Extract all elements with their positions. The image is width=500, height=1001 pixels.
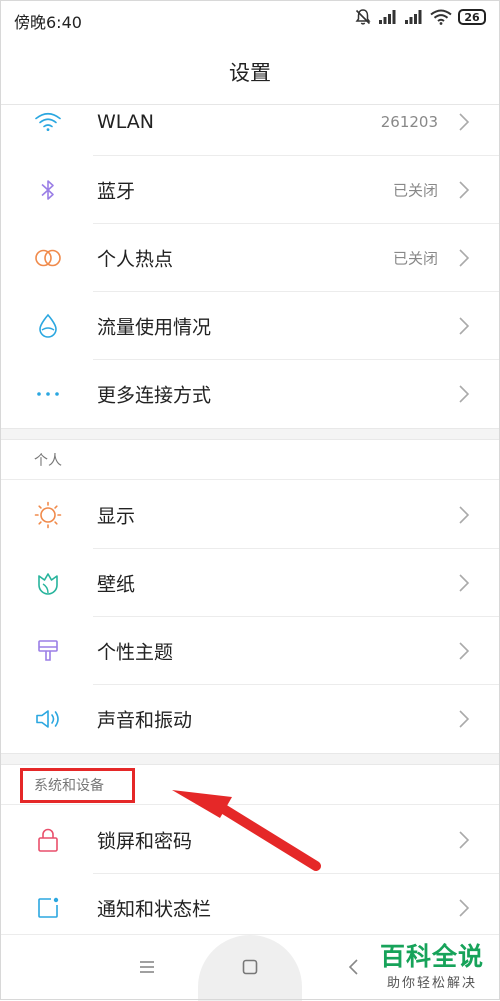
red-arrow-icon	[172, 790, 321, 871]
watermark-brand: 百科全说	[379, 942, 484, 971]
menu-icon[interactable]	[139, 959, 155, 975]
watermark: 百科全说 助你轻松解决	[380, 942, 484, 991]
navigation-bar: 百科全说 助你轻松解决	[0, 934, 500, 1001]
home-icon[interactable]	[242, 959, 258, 975]
back-icon[interactable]	[348, 959, 360, 975]
watermark-tagline: 助你轻松解决	[386, 976, 477, 991]
